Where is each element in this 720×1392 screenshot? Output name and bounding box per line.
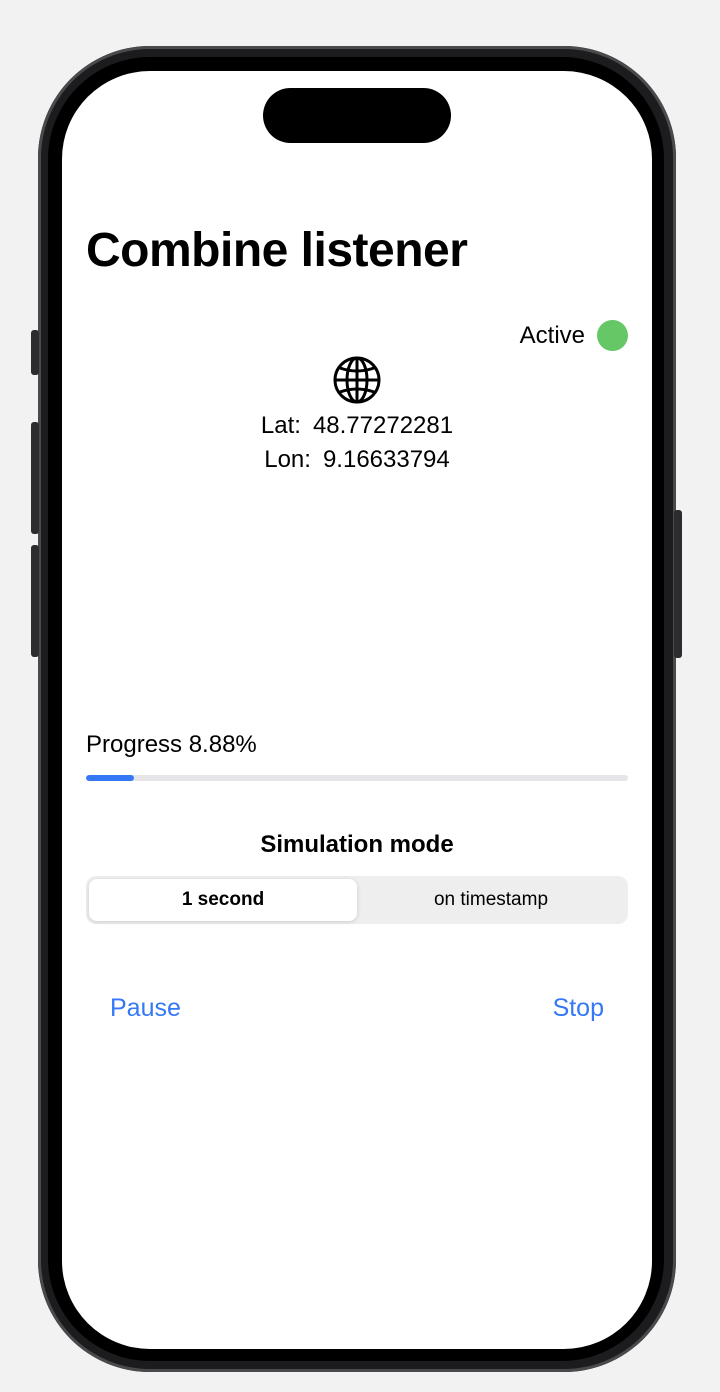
longitude-row: Lon: 9.16633794 [62, 443, 652, 477]
status-indicator: Active [520, 320, 628, 351]
simulation-mode-title: Simulation mode [260, 831, 454, 858]
dynamic-island [263, 88, 451, 143]
progress-bar [86, 775, 628, 781]
progress-fill [86, 775, 135, 781]
segment-on-timestamp[interactable]: on timestamp [357, 879, 625, 921]
segment-1-second[interactable]: 1 second [89, 879, 357, 921]
simulation-mode-picker: 1 second on timestamp [86, 876, 628, 924]
status-dot [597, 320, 628, 351]
volume-up-button [31, 422, 39, 534]
screen: Combine listener Active Lat: 48.77272281 … [62, 71, 652, 1349]
latitude-value: 48.77272281 [312, 412, 454, 439]
status-label: Active [519, 321, 585, 349]
pause-button[interactable]: Pause [110, 994, 181, 1023]
stop-button[interactable]: Stop [553, 994, 604, 1023]
power-button [674, 510, 682, 658]
longitude-label: Lon: [264, 446, 311, 473]
longitude-value: 9.16633794 [322, 446, 450, 473]
globe-icon [333, 356, 381, 404]
action-button [31, 330, 39, 375]
page-title: Combine listener [86, 224, 468, 277]
progress-label: Progress 8.88% [86, 731, 257, 758]
latitude-row: Lat: 48.77272281 [62, 409, 652, 443]
coordinates: Lat: 48.77272281 Lon: 9.16633794 [62, 409, 652, 477]
volume-down-button [31, 545, 39, 657]
latitude-label: Lat: [260, 412, 301, 439]
